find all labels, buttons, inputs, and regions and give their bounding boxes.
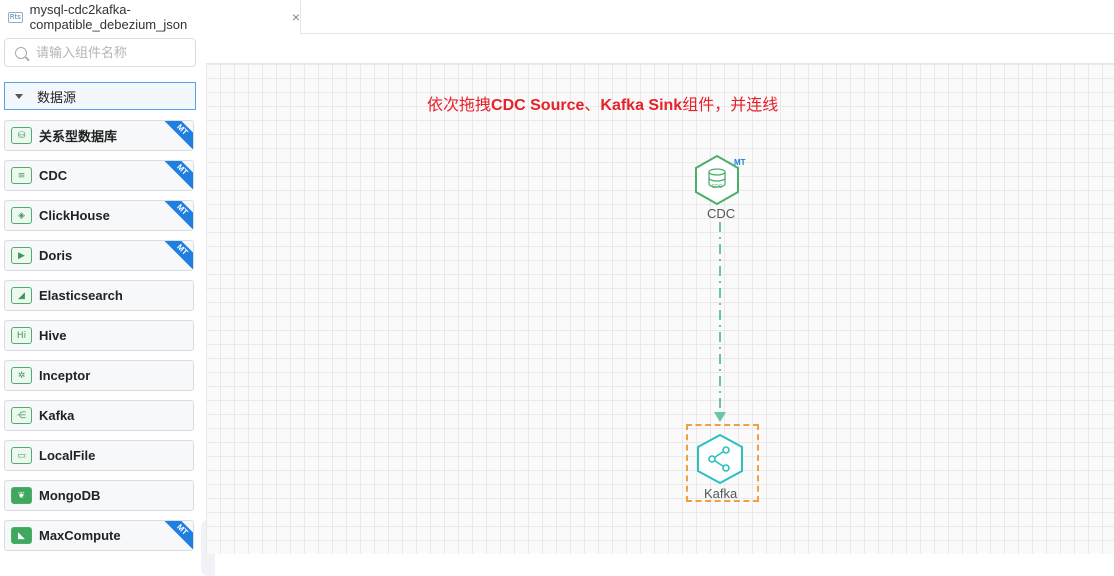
component-item-label: MaxCompute xyxy=(39,528,121,543)
canvas-toolbar xyxy=(206,34,1114,64)
tab-mysql-cdc2kafka[interactable]: Rts mysql-cdc2kafka-compatible_debezium_… xyxy=(0,0,301,34)
component-item-label: ClickHouse xyxy=(39,208,110,223)
component-item-label: Inceptor xyxy=(39,368,91,383)
inceptor-icon: ✲ xyxy=(11,367,32,384)
component-item[interactable]: ▶ Doris MT xyxy=(4,240,194,271)
search-icon xyxy=(15,46,27,59)
folder-icon: ▭ xyxy=(11,447,32,464)
component-item-label: MongoDB xyxy=(39,488,101,503)
component-item[interactable]: ◢ Elasticsearch xyxy=(4,280,194,311)
caret-down-icon xyxy=(15,93,23,99)
relational-db-icon: ⛁ xyxy=(11,127,32,144)
component-item[interactable]: ✲ Inceptor xyxy=(4,360,194,391)
cdc-mt-badge: MT xyxy=(734,158,746,167)
flow-canvas[interactable]: 依次拖拽CDC Source、Kafka Sink组件，并连线 CDC MT C… xyxy=(206,64,1114,554)
cdc-hexagon xyxy=(695,154,739,206)
maxcompute-icon: ◣ xyxy=(11,527,32,544)
cdc-node-label: CDC xyxy=(707,206,736,221)
component-item-label: LocalFile xyxy=(39,448,96,463)
component-item[interactable]: Hi Hive xyxy=(4,320,194,351)
elasticsearch-icon: ◢ xyxy=(11,287,32,304)
mt-badge: MT xyxy=(157,201,193,230)
component-item-label: Doris xyxy=(39,248,73,263)
clickhouse-icon: ◈ xyxy=(11,207,32,224)
rts-file-icon: Rts xyxy=(8,11,23,23)
component-item-label: Elasticsearch xyxy=(39,288,123,303)
mt-badge: MT xyxy=(157,121,193,150)
component-item-label: 关系型数据库 xyxy=(39,129,118,144)
component-sidebar: 数据源 ⛁ 关系型数据库 MT ≡ CDC MT ◈ ClickHouse MT ▶ Doris MT… xyxy=(0,34,215,576)
mt-badge: MT xyxy=(157,161,193,190)
node-cdc[interactable]: CDC MT xyxy=(695,154,746,206)
cdc-icon: ≡ xyxy=(11,167,32,184)
component-item[interactable]: ⋲ Kafka xyxy=(4,400,194,431)
component-item-label: Kafka xyxy=(39,408,75,423)
search-box[interactable] xyxy=(4,38,196,67)
mt-badge: MT xyxy=(157,521,193,550)
component-item[interactable]: ❦ MongoDB xyxy=(4,480,194,511)
component-item[interactable]: ◈ ClickHouse MT xyxy=(4,200,194,231)
mongodb-icon: ❦ xyxy=(11,487,32,504)
component-item[interactable]: ⛁ 关系型数据库 MT xyxy=(4,120,194,151)
component-item-label: CDC xyxy=(39,168,68,183)
doris-icon: ▶ xyxy=(11,247,32,264)
tab-bar: Rts mysql-cdc2kafka-compatible_debezium_… xyxy=(0,0,1114,34)
hive-icon: Hi xyxy=(11,327,32,344)
tab-title: mysql-cdc2kafka-compatible_debezium_json xyxy=(29,2,188,32)
kafka-node-label: Kafka xyxy=(704,486,738,501)
component-item[interactable]: ≡ CDC MT xyxy=(4,160,194,191)
component-item[interactable]: ▭ LocalFile xyxy=(4,440,194,471)
close-icon[interactable]: × xyxy=(292,9,300,25)
mt-badge: MT xyxy=(157,241,193,270)
component-item[interactable]: ◣ MaxCompute MT xyxy=(4,520,194,551)
canvas-graph: CDC MT xyxy=(695,154,746,485)
component-item-label: Hive xyxy=(39,328,67,343)
edge-arrowhead xyxy=(714,412,726,422)
group-label: 数据源 xyxy=(37,89,77,105)
group-datasource[interactable]: 数据源 xyxy=(4,82,196,110)
search-input[interactable] xyxy=(36,45,186,60)
cdc-icon-text: CDC xyxy=(712,184,723,190)
kafka-icon: ⋲ xyxy=(11,407,32,424)
